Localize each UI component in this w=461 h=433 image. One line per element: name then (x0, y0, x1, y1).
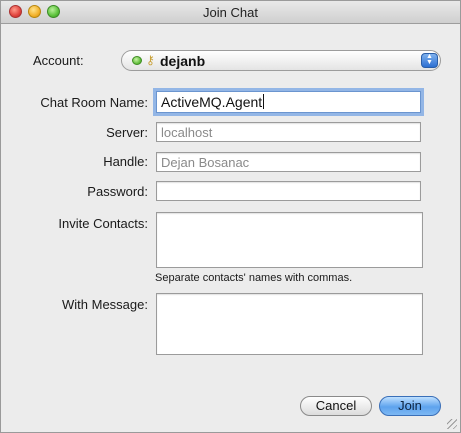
chat-room-input[interactable]: ActiveMQ.Agent (156, 91, 421, 113)
account-popup[interactable]: ⚷ dejanb ▲ ▼ (121, 50, 441, 71)
password-label: Password: (87, 184, 148, 199)
cancel-button[interactable]: Cancel (300, 396, 372, 416)
window-title: Join Chat (203, 5, 258, 20)
account-label: Account: (33, 53, 84, 68)
resize-grip-icon[interactable] (447, 419, 457, 429)
join-chat-window: Join Chat Account: ⚷ dejanb ▲ ▼ Chat Room… (0, 0, 461, 433)
invite-contacts-hint: Separate contacts' names with commas. (155, 272, 353, 284)
chat-room-value: ActiveMQ.Agent (161, 94, 263, 110)
account-value: dejanb (160, 53, 206, 69)
online-status-icon (132, 56, 142, 65)
handle-label: Handle: (103, 154, 148, 169)
chat-room-label: Chat Room Name: (40, 95, 148, 110)
with-message-label: With Message: (62, 297, 148, 312)
server-input[interactable]: localhost (156, 122, 421, 142)
join-button[interactable]: Join (379, 396, 441, 416)
password-input[interactable] (156, 181, 421, 201)
text-caret (263, 94, 265, 109)
invite-contacts-label: Invite Contacts: (58, 216, 148, 231)
popup-arrows-icon: ▲ ▼ (421, 53, 438, 68)
server-label: Server: (106, 125, 148, 140)
handle-input[interactable]: Dejan Bosanac (156, 152, 421, 172)
invite-contacts-textarea[interactable] (156, 212, 423, 268)
title-bar: Join Chat (1, 1, 460, 24)
with-message-textarea[interactable] (156, 293, 423, 355)
key-icon: ⚷ (146, 53, 155, 67)
